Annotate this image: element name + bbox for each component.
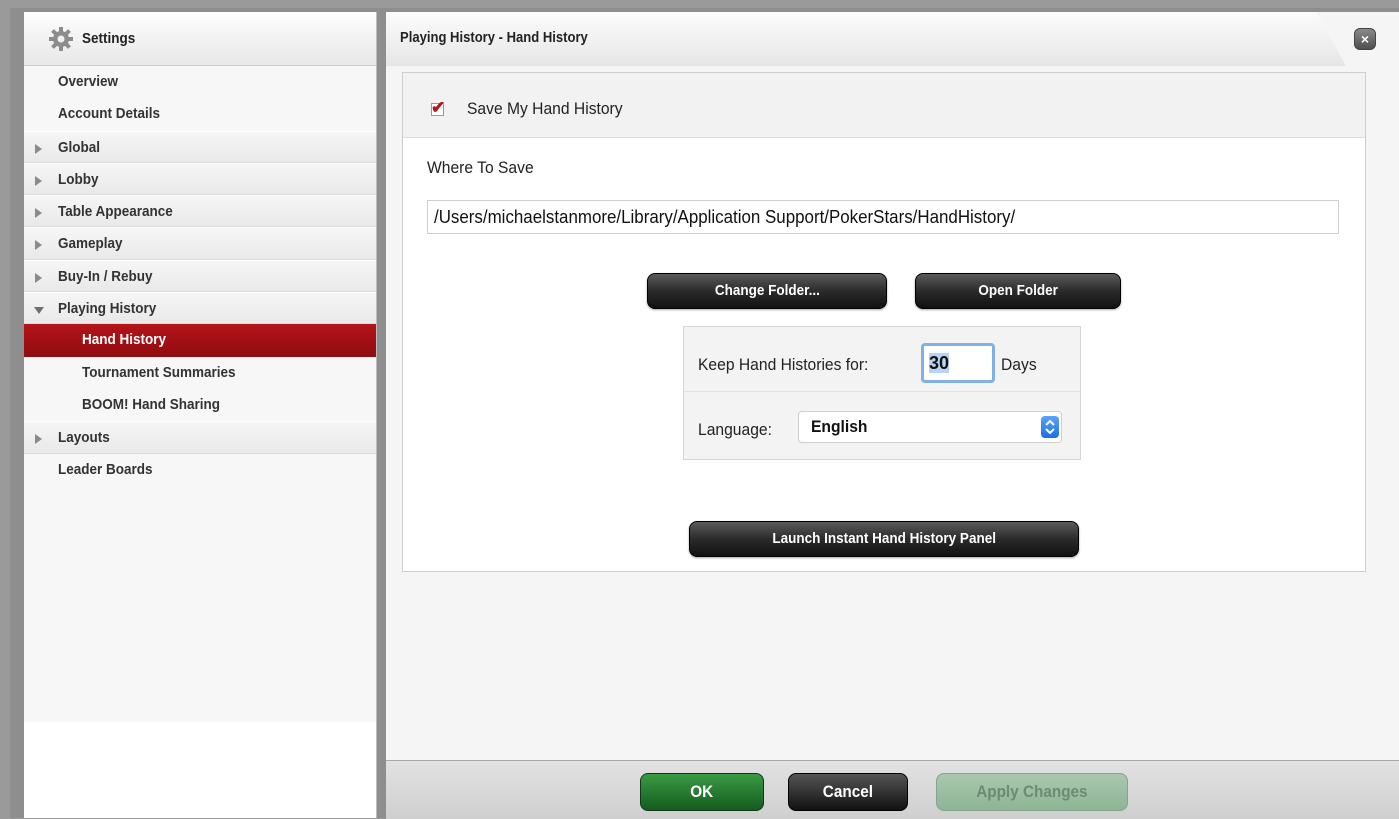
settings-sidebar: Settings Overview Account Details Global… xyxy=(24,12,377,818)
main-area: Playing History - Hand History × ✔ Save … xyxy=(386,12,1399,819)
sidebar-item-boom-hand-sharing[interactable]: BOOM! Hand Sharing xyxy=(24,388,376,422)
sidebar-item-overview[interactable]: Overview xyxy=(24,66,376,99)
expand-arrow-icon xyxy=(35,143,42,154)
keep-histories-label: Keep Hand Histories for: xyxy=(698,355,869,374)
sidebar-item-table-appearance[interactable]: Table Appearance xyxy=(24,195,376,228)
sidebar-item-buy-in-rebuy[interactable]: Buy-In / Rebuy xyxy=(24,259,376,293)
sidebar-item-label: Account Details xyxy=(58,105,161,123)
where-to-save-label: Where To Save xyxy=(427,158,534,177)
language-label: Language: xyxy=(698,420,772,439)
expand-arrow-icon xyxy=(35,434,42,445)
history-options-box: Keep Hand Histories for: 30 Days Languag… xyxy=(683,326,1081,460)
gear-icon xyxy=(49,26,73,51)
sidebar-item-hand-history[interactable]: Hand History xyxy=(24,324,376,357)
language-select[interactable]: English xyxy=(798,411,1062,443)
sidebar-item-label: Tournament Summaries xyxy=(82,363,236,381)
page-title: Playing History - Hand History xyxy=(400,30,588,46)
keep-days-input[interactable]: 30 xyxy=(921,343,995,383)
sidebar-header: Settings xyxy=(24,12,376,66)
folder-path-text: /Users/michaelstanmore/Library/Applicati… xyxy=(434,207,1016,227)
expand-arrow-icon xyxy=(35,175,42,186)
settings-nav: Overview Account Details Global Lobby Ta… xyxy=(24,66,376,486)
expand-arrow-icon xyxy=(35,208,42,219)
sidebar-item-label: Buy-In / Rebuy xyxy=(58,267,153,285)
ok-button[interactable]: OK xyxy=(640,773,764,811)
sidebar-item-label: Global xyxy=(58,138,101,156)
sidebar-item-tournament-summaries[interactable]: Tournament Summaries xyxy=(24,356,376,389)
collapse-arrow-icon xyxy=(34,307,44,315)
sidebar-item-label: BOOM! Hand Sharing xyxy=(82,395,221,413)
save-history-checkbox[interactable]: ✔ xyxy=(431,98,445,117)
days-label: Days xyxy=(1001,355,1037,374)
launch-hand-history-panel-button[interactable]: Launch Instant Hand History Panel xyxy=(689,521,1079,557)
sidebar-item-playing-history[interactable]: Playing History xyxy=(24,292,376,325)
sidebar-item-label: Layouts xyxy=(58,429,110,447)
sidebar-item-global[interactable]: Global xyxy=(24,130,376,163)
change-folder-label: Change Folder... xyxy=(714,282,820,299)
sidebar-item-lobby[interactable]: Lobby xyxy=(24,162,376,196)
save-history-row: ✔ Save My Hand History xyxy=(403,73,1365,138)
sidebar-title: Settings xyxy=(82,30,136,47)
keep-history-row: Keep Hand Histories for: 30 Days xyxy=(684,327,1080,392)
apply-changes-button[interactable]: Apply Changes xyxy=(936,773,1128,811)
sidebar-item-label: Hand History xyxy=(82,331,167,349)
sidebar-item-layouts[interactable]: Layouts xyxy=(24,421,376,454)
sidebar-item-label: Lobby xyxy=(58,170,99,188)
sidebar-item-label: Gameplay xyxy=(58,235,123,253)
launch-panel-label: Launch Instant Hand History Panel xyxy=(772,530,996,547)
expand-arrow-icon xyxy=(35,240,42,251)
hand-history-panel: ✔ Save My Hand History Where To Save /Us… xyxy=(402,72,1366,572)
keep-days-value: 30 xyxy=(929,353,950,373)
cancel-button[interactable]: Cancel xyxy=(788,773,908,811)
sidebar-item-label: Table Appearance xyxy=(58,203,173,221)
save-history-label[interactable]: Save My Hand History xyxy=(467,99,623,119)
chevron-shapes xyxy=(1045,419,1055,435)
open-folder-button[interactable]: Open Folder xyxy=(915,273,1121,309)
close-icon[interactable]: × xyxy=(1354,28,1376,50)
ok-label: OK xyxy=(690,782,714,801)
dialog-footer: OK Cancel Apply Changes xyxy=(386,760,1399,819)
updown-chevron-icon[interactable] xyxy=(1041,416,1059,438)
language-value: English xyxy=(811,417,868,436)
sidebar-item-label: Leader Boards xyxy=(58,460,153,478)
folder-path-field[interactable]: /Users/michaelstanmore/Library/Applicati… xyxy=(427,200,1339,234)
apply-changes-label: Apply Changes xyxy=(976,782,1088,801)
cancel-label: Cancel xyxy=(822,782,874,801)
sidebar-empty-area xyxy=(24,722,376,818)
sidebar-item-gameplay[interactable]: Gameplay xyxy=(24,227,376,260)
sidebar-item-leader-boards[interactable]: Leader Boards xyxy=(24,453,376,486)
checkmark-icon: ✔ xyxy=(431,98,446,117)
open-folder-label: Open Folder xyxy=(978,282,1058,299)
sidebar-item-label: Overview xyxy=(58,73,119,90)
change-folder-button[interactable]: Change Folder... xyxy=(647,273,887,309)
expand-arrow-icon xyxy=(35,272,42,283)
sidebar-item-label: Playing History xyxy=(58,300,157,318)
page-tab: Playing History - Hand History xyxy=(386,12,1346,66)
sidebar-item-account-details[interactable]: Account Details xyxy=(24,98,376,131)
